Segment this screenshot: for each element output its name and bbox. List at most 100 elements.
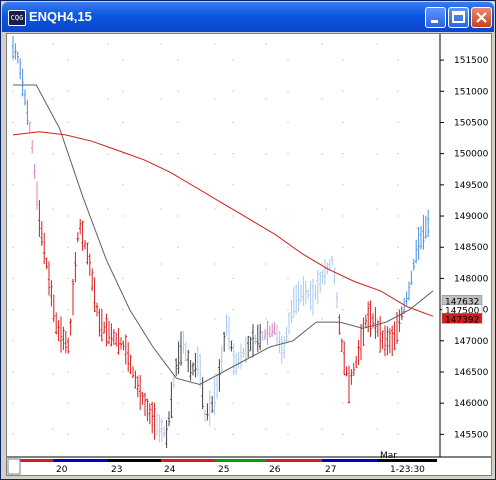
grid-dot [177,433,179,435]
grid-dot [214,428,216,430]
price-tick-label: 150000 [454,150,489,160]
grid-dot [376,428,378,430]
grid-dot [287,184,289,186]
grid-dot [177,277,179,280]
grid-dot [12,308,14,311]
grid-dot [287,308,289,311]
price-labels: 147632147500147392 [441,295,483,325]
grid-dot [67,90,69,92]
grid-dot [122,308,124,311]
grid-dot [287,121,289,124]
time-label: 25 [218,465,229,475]
grid-dot [214,318,216,320]
session-strip [215,459,266,462]
grid-dot [122,90,124,92]
price-tick-label: 147000 [454,337,489,347]
grid-dot [232,121,234,124]
chart-area[interactable]: 151500 151000 150500 150000 149500 149000 1485… [6,33,492,476]
time-label: 1-23:30 [390,465,425,475]
grid-dot [12,215,14,217]
maximize-button[interactable] [448,7,469,28]
grid-dot [160,208,162,210]
grid-dot [376,98,378,100]
time-label: 26 [269,465,281,475]
grid-dot [107,43,109,45]
grid-dot [342,308,344,311]
grid-dot [376,373,378,375]
grid-dot [342,246,344,248]
grid-dot [122,59,124,61]
session-strip [266,459,322,462]
grid-dot [160,318,162,320]
grid-dot [177,121,179,124]
grid-dot [321,428,323,430]
title-bar[interactable]: CQG ENQH4,15 [2,2,494,32]
grid-dot [321,208,323,210]
grid-dot [122,121,124,124]
price-tick-label: 150500 [454,118,489,128]
grid-dot [52,153,54,155]
grid-dot [287,90,289,92]
grid-dot [177,184,179,186]
price-tick-label: 151500 [454,56,489,66]
app-icon[interactable]: CQG [8,10,26,26]
grid-dot [177,308,179,311]
grid-dot [12,184,14,186]
price-tick-label: 151000 [454,87,489,97]
grid-dot [376,153,378,155]
grid-dot [67,59,69,61]
grid-dot [321,153,323,155]
grid-dot [376,43,378,45]
session-strip [53,459,108,462]
grid-dot [232,402,234,404]
grid-dot [67,402,69,404]
grid-dot [12,340,14,342]
grid-dot [232,433,234,435]
grid-dot [342,215,344,217]
grid-dot [397,121,399,124]
grid-dot [397,153,399,155]
grid-dot [232,90,234,92]
price-tick-label: 145500 [454,430,489,440]
grid-dot [265,263,267,265]
price-tick-label: 146500 [454,368,489,378]
grid-dot [12,402,14,404]
price-bars [11,36,430,448]
grid-dot [287,246,289,248]
grid-dot [52,373,54,375]
minimize-icon [431,20,438,23]
grid-dot [397,246,399,248]
grid-dot [177,59,179,61]
grid-dot [214,263,216,265]
close-icon [476,12,487,23]
grid-dot [287,340,289,342]
grid-dot [397,402,399,404]
time-label: 20 [56,465,68,475]
grid-dot [122,215,124,217]
session-strip [108,459,161,462]
grid-dot [265,98,267,100]
grid-dot [67,433,69,435]
grid-dot [232,215,234,217]
price-label-text: 147392 [445,315,479,325]
grid-dot [107,373,109,375]
time-label: 27 [325,465,336,475]
close-button[interactable] [471,7,492,28]
grid-dot [160,43,162,45]
grid-dot [342,277,344,280]
grid-dot [214,43,216,45]
grid-dot [342,90,344,92]
chart-window: CQG ENQH4,15 151500 151000 150500 150000 149… [0,0,496,480]
minimize-button[interactable] [425,7,446,28]
grid-dot [160,98,162,100]
grid-dot [397,215,399,217]
grid-dot [232,308,234,311]
price-chart[interactable]: 151500 151000 150500 150000 149500 149000 1485… [7,34,491,475]
session-strip [161,459,215,462]
grid-dot [12,90,14,92]
grid-dot [287,153,289,155]
grid-dot [397,371,399,373]
grid-dot [321,43,323,45]
grid-dot [12,153,14,155]
grid-dot [107,318,109,320]
